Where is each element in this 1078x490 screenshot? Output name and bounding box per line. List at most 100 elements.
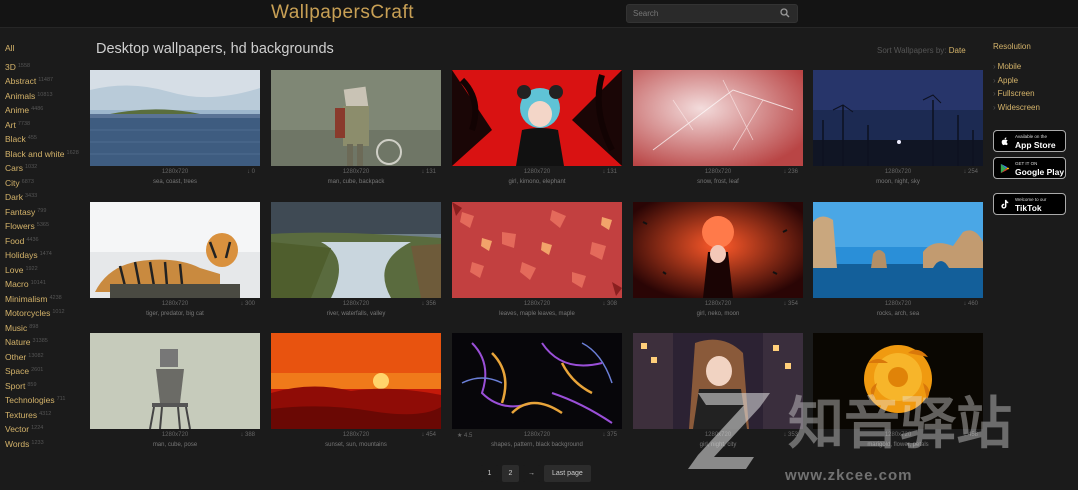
sidebar-item-label: Anime	[5, 105, 30, 115]
wallpaper-thumbnail[interactable]	[813, 333, 983, 429]
wallpaper-card[interactable]: 1280x720 ↓ 454 sunset, sun, mountains	[271, 333, 441, 454]
sidebar-item-black-and-white[interactable]: Black and white 1628	[5, 147, 90, 162]
app-store-small: Available on the	[1015, 134, 1047, 139]
sidebar-item-textures[interactable]: Textures 4312	[5, 408, 90, 423]
sidebar-item-technologies[interactable]: Technologies 711	[5, 393, 90, 408]
sidebar-item-love[interactable]: Love 1922	[5, 263, 90, 278]
search-input[interactable]: Search	[626, 4, 798, 23]
wallpaper-card[interactable]: 1280x720 ↓ 388 man, cube, pose	[90, 333, 260, 454]
wallpaper-thumbnail[interactable]	[271, 202, 441, 298]
wallpaper-download-count: ↓ 375	[602, 432, 617, 438]
sidebar-item-motorcycles[interactable]: Motorcycles 1012	[5, 306, 90, 321]
wallpaper-download-count: ↓ 300	[240, 301, 255, 307]
sidebar-item-dark[interactable]: Dark 3433	[5, 190, 90, 205]
resolution-mobile-link[interactable]: Mobile	[993, 60, 1073, 74]
sort-value-link[interactable]: Date	[949, 46, 966, 55]
search-icon[interactable]	[780, 8, 790, 18]
resolution-widescreen-link[interactable]: Widescreen	[993, 101, 1073, 115]
sidebar-item-black[interactable]: Black 455	[5, 132, 90, 147]
sidebar-item-space[interactable]: Space 2601	[5, 364, 90, 379]
sidebar-item-abstract[interactable]: Abstract 11487	[5, 74, 90, 89]
wallpaper-thumbnail[interactable]	[633, 333, 803, 429]
wallpaper-thumbnail[interactable]	[90, 333, 260, 429]
wallpaper-card[interactable]: ★ 4.5 1280x720 ↓ 375 shapes, pattern, bl…	[452, 333, 622, 454]
wallpaper-thumbnail[interactable]	[271, 70, 441, 166]
sidebar-item-fantasy[interactable]: Fantasy 799	[5, 205, 90, 220]
wallpaper-resolution: 1280x720	[523, 301, 551, 307]
sidebar-item-cars[interactable]: Cars 1032	[5, 161, 90, 176]
resolution-fullscreen-link[interactable]: Fullscreen	[993, 87, 1073, 101]
sidebar-item-other[interactable]: Other 13082	[5, 350, 90, 365]
sidebar-item-sport[interactable]: Sport 859	[5, 379, 90, 394]
sidebar-item-animals[interactable]: Animals 10813	[5, 89, 90, 104]
wallpaper-thumbnail[interactable]	[452, 70, 622, 166]
wallpaper-card[interactable]: 1280x720 ↓ 356 river, waterfalls, valley	[271, 202, 441, 323]
wallpaper-thumbnail[interactable]	[90, 70, 260, 166]
wallpaper-card[interactable]: 1280x720 ↓ 131 man, cube, backpack	[271, 70, 441, 191]
site-logo[interactable]: WallpapersCraft	[271, 2, 414, 24]
wallpaper-thumbnail[interactable]	[271, 333, 441, 429]
sidebar-item-food[interactable]: Food 4436	[5, 234, 90, 249]
wallpaper-download-count: ↓ 458	[963, 432, 978, 438]
sidebar-item-vector[interactable]: Vector 1224	[5, 422, 90, 437]
sidebar-item-label: Love	[5, 264, 24, 275]
sidebar-item-minimalism[interactable]: Minimalism 4238	[5, 292, 90, 307]
wallpaper-thumbnail[interactable]	[452, 333, 622, 429]
wallpaper-download-count: ↓ 388	[240, 432, 255, 438]
wallpaper-resolution: 1280x720	[884, 301, 912, 307]
wallpaper-card[interactable]: 1280x720 ↓ 0 sea, coast, trees	[90, 70, 260, 191]
wallpaper-thumbnail[interactable]	[633, 70, 803, 166]
wallpaper-card[interactable]: 1280x720 ↓ 131 girl, kimono, elephant	[452, 70, 622, 191]
wallpaper-card[interactable]: 1280x720 ↓ 254 moon, night, sky	[813, 70, 983, 191]
wallpaper-meta: 1280x720 ↓ 236	[633, 166, 803, 178]
wallpaper-download-count: ↓ 454	[421, 432, 436, 438]
wallpaper-meta: 1280x720 ↓ 131	[271, 166, 441, 178]
resolution-apple-link[interactable]: Apple	[993, 74, 1073, 88]
sidebar-item-city[interactable]: City 6873	[5, 176, 90, 191]
sidebar-item-count: 11487	[38, 77, 54, 83]
sidebar-item-flowers[interactable]: Flowers 5365	[5, 219, 90, 234]
google-play-badge[interactable]: GET IT ON Google Play	[993, 157, 1066, 179]
wallpaper-download-count: ↓ 254	[963, 169, 978, 175]
wallpaper-card[interactable]: 1280x720 ↓ 354 girl, neko, moon	[633, 202, 803, 323]
sidebar-item-label: Holidays	[5, 250, 38, 260]
wallpaper-card[interactable]: 1280x720 ↓ 460 rocks, arch, sea	[813, 202, 983, 323]
sidebar-item-label: Black and white	[5, 148, 65, 159]
sidebar-item-count: 859	[27, 381, 37, 388]
wallpaper-thumbnail[interactable]	[813, 70, 983, 166]
sidebar-item-music[interactable]: Music 898	[5, 321, 90, 336]
wallpaper-thumbnail[interactable]	[813, 202, 983, 298]
last-page-button[interactable]: Last page	[544, 465, 591, 482]
wallpaper-thumbnail[interactable]	[90, 202, 260, 298]
wallpaper-resolution: 1280x720	[342, 169, 370, 175]
tiktok-badge[interactable]: Welcome to our TikTok	[993, 193, 1066, 215]
sidebar-item-art[interactable]: Art 7738	[5, 118, 90, 133]
wallpaper-card[interactable]: 1280x720 ↓ 353 girl, night, city	[633, 333, 803, 454]
wallpaper-card[interactable]: 1280x720 ↓ 236 snow, frost, leaf	[633, 70, 803, 191]
wallpaper-resolution: 1280x720	[342, 432, 370, 438]
wallpaper-tags: snow, frost, leaf	[697, 179, 739, 185]
sidebar-item-words[interactable]: Words 1233	[5, 437, 90, 452]
app-store-badge[interactable]: Available on the App Store	[993, 130, 1066, 152]
page-1-link[interactable]: 1	[481, 465, 498, 482]
wallpaper-card[interactable]: 1280x720 ↓ 308 leaves, maple leaves, map…	[452, 202, 622, 323]
sidebar-item-holidays[interactable]: Holidays 1474	[5, 248, 90, 263]
next-page-arrow[interactable]: →	[523, 465, 540, 482]
wallpaper-thumbnail[interactable]	[452, 202, 622, 298]
tiktok-big: TikTok	[1015, 203, 1042, 213]
wallpaper-thumbnail[interactable]	[633, 202, 803, 298]
sidebar-item-label: Black	[5, 134, 26, 144]
sidebar-item-3d[interactable]: 3D 1558	[5, 60, 90, 75]
page-2-link[interactable]: 2	[502, 465, 519, 482]
sidebar-item-nature[interactable]: Nature 31385	[5, 335, 90, 350]
sidebar-item-count: 2601	[31, 367, 44, 373]
sidebar-item-macro[interactable]: Macro 10141	[5, 277, 90, 292]
wallpaper-resolution: 1280x720	[342, 301, 370, 307]
wallpaper-card[interactable]: 1280x720 ↓ 458 marigold, flower, petals	[813, 333, 983, 454]
sidebar-item-count: 5365	[36, 222, 50, 228]
sidebar-item-label: Art	[5, 119, 16, 130]
sidebar-item-all[interactable]: All	[5, 42, 90, 56]
sidebar-item-count: 4486	[31, 106, 44, 112]
wallpaper-card[interactable]: 1280x720 ↓ 300 tiger, predator, big cat	[90, 202, 260, 323]
sidebar-item-anime[interactable]: Anime 4486	[5, 103, 90, 118]
